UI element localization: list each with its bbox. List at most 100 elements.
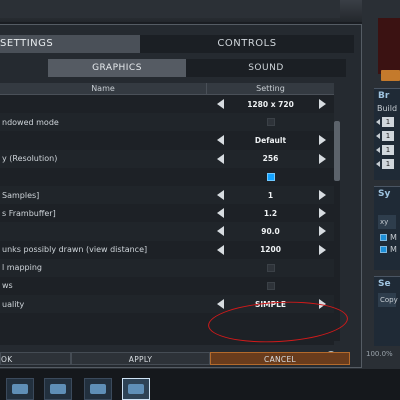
- setting-name: ndowed mode: [2, 117, 59, 127]
- setting-checkbox[interactable]: [266, 118, 275, 127]
- block-icon: [50, 384, 66, 394]
- right-arrow-icon[interactable]: [319, 244, 326, 255]
- setting-value: 90.0: [261, 226, 280, 236]
- setting-checkbox[interactable]: [266, 263, 275, 272]
- zoom-readout: 100.0%: [366, 350, 393, 358]
- ok-button[interactable]: OK: [0, 352, 71, 365]
- copy-button[interactable]: Copy: [378, 293, 398, 307]
- header-name: Name: [0, 83, 207, 94]
- right-arrow-icon[interactable]: [319, 153, 326, 164]
- table-row: l mapping: [0, 258, 334, 277]
- table-row: ws: [0, 277, 334, 295]
- left-arrow-icon[interactable]: [217, 226, 224, 237]
- orange-indicator: [381, 70, 400, 81]
- build-row[interactable]: 1: [374, 115, 400, 129]
- table-row: s Frambuffer] 1.2: [0, 204, 334, 222]
- hotbar-slot[interactable]: [84, 378, 112, 400]
- button-bar: OK APPLY CANCEL: [0, 352, 350, 365]
- left-arrow-icon[interactable]: [217, 208, 224, 219]
- system-panel: Sy xy M M: [374, 186, 400, 270]
- setting-value-cell: 1200: [207, 241, 334, 259]
- setting-name: uality: [2, 299, 25, 309]
- apply-button[interactable]: APPLY: [71, 352, 210, 365]
- table-row: unks possibly drawn (view distance] 1200: [0, 241, 334, 259]
- setting-value-cell: 256: [207, 150, 334, 168]
- left-arrow-icon[interactable]: [217, 153, 224, 164]
- table-row: ndowed mode: [0, 113, 334, 132]
- block-icon: [12, 384, 28, 394]
- build-row[interactable]: 1: [374, 129, 400, 143]
- setting-value: 1.2: [263, 208, 278, 218]
- left-arrow-icon[interactable]: [217, 190, 224, 201]
- left-arrow-icon[interactable]: [217, 299, 224, 310]
- scrollbar-thumb[interactable]: [334, 121, 340, 181]
- left-arrow-icon[interactable]: [217, 244, 224, 255]
- hotbar-slot[interactable]: [6, 378, 34, 400]
- left-arrow-icon[interactable]: [376, 147, 380, 153]
- system-check[interactable]: M: [374, 243, 400, 255]
- table-body: 1280 x 720 ndowed mode Default y (Resolutio…: [0, 95, 334, 314]
- red-panel: [378, 18, 400, 74]
- setting-value-cell: 1280 x 720: [207, 95, 334, 113]
- checkbox-icon[interactable]: [380, 233, 387, 241]
- setting-value-cell: 90.0: [207, 222, 334, 240]
- setting-name: s Frambuffer]: [2, 208, 56, 218]
- table-row: [0, 168, 334, 186]
- right-arrow-icon[interactable]: [319, 99, 326, 110]
- build-panel-title: Br: [378, 91, 390, 101]
- right-arrow-icon[interactable]: [319, 190, 326, 201]
- tab-sound[interactable]: SOUND: [186, 59, 346, 77]
- build-row[interactable]: 1: [374, 143, 400, 157]
- setting-value: Default: [254, 135, 287, 145]
- setting-value: 256: [262, 154, 279, 164]
- left-arrow-icon[interactable]: [376, 161, 380, 167]
- table-row: Default: [0, 131, 334, 149]
- tab-controls[interactable]: CONTROLS: [140, 35, 354, 53]
- setting-checkbox[interactable]: [266, 281, 275, 290]
- system-panel-button[interactable]: xy: [378, 215, 396, 229]
- build-panel-sub: Build: [377, 104, 398, 113]
- left-arrow-icon[interactable]: [376, 119, 380, 125]
- setting-value-cell: 1.2: [207, 204, 334, 222]
- setting-name: unks possibly drawn (view distance]: [2, 245, 148, 255]
- left-arrow-icon[interactable]: [376, 133, 380, 139]
- setting-value-cell: [207, 113, 334, 131]
- setting-value-cell: [207, 168, 334, 186]
- right-arrow-icon[interactable]: [319, 135, 326, 146]
- sub-tabs: GRAPHICS SOUND: [48, 59, 346, 77]
- setting-value: 1: [267, 190, 274, 200]
- setting-checkbox[interactable]: [266, 172, 275, 181]
- left-arrow-icon[interactable]: [217, 99, 224, 110]
- system-check[interactable]: M: [374, 231, 400, 243]
- settings-side-title: Se: [378, 279, 391, 289]
- block-icon: [90, 384, 106, 394]
- cancel-button[interactable]: CANCEL: [210, 352, 350, 365]
- setting-value: 1200: [260, 245, 281, 255]
- settings-side-panel: Se Copy: [374, 276, 400, 346]
- header-setting: Setting: [256, 84, 285, 93]
- setting-name: ws: [2, 281, 13, 291]
- setting-value-cell: [207, 259, 334, 277]
- tab-settings[interactable]: SETTINGS: [0, 35, 140, 53]
- right-arrow-icon[interactable]: [319, 208, 326, 219]
- build-row[interactable]: 1: [374, 157, 400, 171]
- right-arrow-icon[interactable]: [319, 226, 326, 237]
- system-panel-title: Sy: [378, 189, 391, 199]
- setting-value-cell: Default: [207, 131, 334, 149]
- hotbar-slot[interactable]: [44, 378, 72, 400]
- left-arrow-icon[interactable]: [217, 135, 224, 146]
- table-row: 1280 x 720: [0, 95, 334, 113]
- tab-graphics[interactable]: GRAPHICS: [48, 59, 186, 77]
- setting-name: Samples]: [2, 190, 40, 200]
- checkbox-icon[interactable]: [380, 245, 387, 253]
- setting-name: l mapping: [2, 263, 42, 273]
- hotbar-slot-selected[interactable]: [122, 378, 150, 400]
- table-row: 90.0: [0, 222, 334, 241]
- setting-value-cell: 1: [207, 186, 334, 204]
- table-row: Samples] 1: [0, 185, 334, 205]
- setting-value-cell: [207, 277, 334, 295]
- main-tabs: SETTINGS CONTROLS: [0, 35, 354, 53]
- block-icon: [128, 384, 144, 394]
- table-header: Name Setting: [0, 83, 334, 95]
- table-row: y (Resolution) 256: [0, 149, 334, 168]
